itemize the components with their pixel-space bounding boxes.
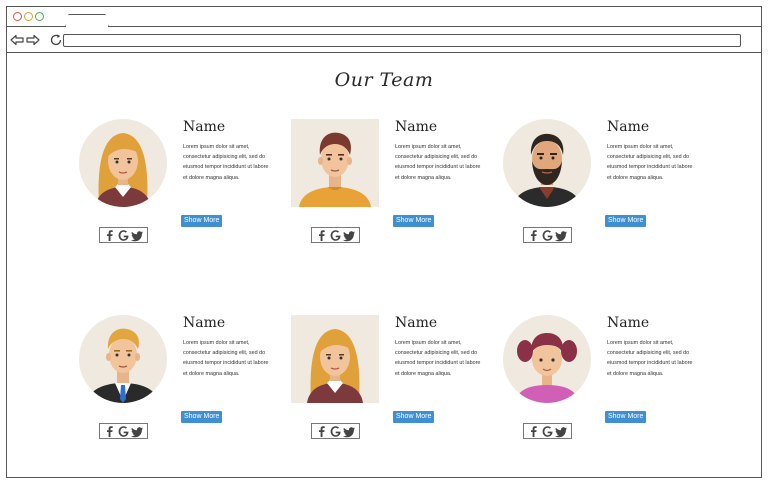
member-name: Name	[395, 119, 438, 135]
member-description: Lorem ipsum dolor sit amet, consectetur …	[607, 340, 693, 377]
facebook-icon[interactable]	[103, 229, 116, 242]
show-more-button[interactable]: Show More	[393, 411, 435, 423]
social-links	[311, 227, 360, 243]
facebook-icon[interactable]	[315, 229, 328, 242]
member-name: Name	[183, 119, 226, 135]
show-more-button[interactable]: Show More	[605, 411, 647, 423]
man-beard-avatar	[503, 119, 591, 207]
twitter-icon[interactable]	[555, 425, 568, 438]
facebook-icon[interactable]	[527, 425, 540, 438]
maximize-window-button[interactable]	[35, 12, 44, 21]
browser-window: Our Team Name Lorem ipsum dolor sit amet,…	[6, 6, 762, 478]
facebook-icon[interactable]	[103, 425, 116, 438]
reload-icon[interactable]	[49, 33, 63, 47]
social-links	[311, 423, 360, 439]
twitter-icon[interactable]	[343, 229, 356, 242]
twitter-icon[interactable]	[131, 425, 144, 438]
title-bar	[7, 7, 761, 28]
google-icon[interactable]	[541, 425, 554, 438]
facebook-icon[interactable]	[527, 229, 540, 242]
show-more-button[interactable]: Show More	[181, 215, 223, 227]
member-name: Name	[183, 315, 226, 331]
close-window-button[interactable]	[13, 12, 22, 21]
team-member-card: Name Lorem ipsum dolor sit amet, consecte…	[503, 119, 703, 249]
social-links	[99, 423, 148, 439]
back-arrow-icon[interactable]	[10, 33, 24, 47]
member-name: Name	[607, 315, 650, 331]
team-member-card: Name Lorem ipsum dolor sit amet, consecte…	[79, 315, 279, 445]
forward-arrow-icon[interactable]	[26, 33, 40, 47]
member-description: Lorem ipsum dolor sit amet, consectetur …	[395, 144, 481, 181]
google-icon[interactable]	[329, 229, 342, 242]
minimize-window-button[interactable]	[24, 12, 33, 21]
google-icon[interactable]	[117, 425, 130, 438]
social-links	[99, 227, 148, 243]
man-suit-avatar	[79, 315, 167, 403]
member-description: Lorem ipsum dolor sit amet, consectetur …	[607, 144, 693, 181]
member-name: Name	[607, 119, 650, 135]
google-icon[interactable]	[541, 229, 554, 242]
address-bar[interactable]	[63, 34, 741, 47]
woman-blonde-avatar	[291, 315, 379, 403]
show-more-button[interactable]: Show More	[605, 215, 647, 227]
show-more-button[interactable]: Show More	[393, 215, 435, 227]
social-links	[523, 227, 572, 243]
woman-blonde-avatar	[79, 119, 167, 207]
google-icon[interactable]	[117, 229, 130, 242]
page-title: Our Team	[334, 69, 434, 91]
girl-pigtails-avatar	[503, 315, 591, 403]
show-more-button[interactable]: Show More	[181, 411, 223, 423]
member-description: Lorem ipsum dolor sit amet, consectetur …	[395, 340, 481, 377]
social-links	[523, 423, 572, 439]
team-member-card: Name Lorem ipsum dolor sit amet, consecte…	[79, 119, 279, 249]
member-description: Lorem ipsum dolor sit amet, consectetur …	[183, 340, 269, 377]
man-orange-shirt-avatar	[291, 119, 379, 207]
member-description: Lorem ipsum dolor sit amet, consectetur …	[183, 144, 269, 181]
twitter-icon[interactable]	[555, 229, 568, 242]
member-name: Name	[395, 315, 438, 331]
page-content: Our Team Name Lorem ipsum dolor sit amet,…	[7, 55, 761, 477]
team-member-card: Name Lorem ipsum dolor sit amet, consecte…	[291, 315, 491, 445]
twitter-icon[interactable]	[343, 425, 356, 438]
facebook-icon[interactable]	[315, 425, 328, 438]
twitter-icon[interactable]	[131, 229, 144, 242]
team-member-card: Name Lorem ipsum dolor sit amet, consecte…	[291, 119, 491, 249]
browser-tab[interactable]	[65, 14, 109, 28]
team-member-card: Name Lorem ipsum dolor sit amet, consecte…	[503, 315, 703, 445]
google-icon[interactable]	[329, 425, 342, 438]
browser-toolbar	[7, 27, 761, 53]
